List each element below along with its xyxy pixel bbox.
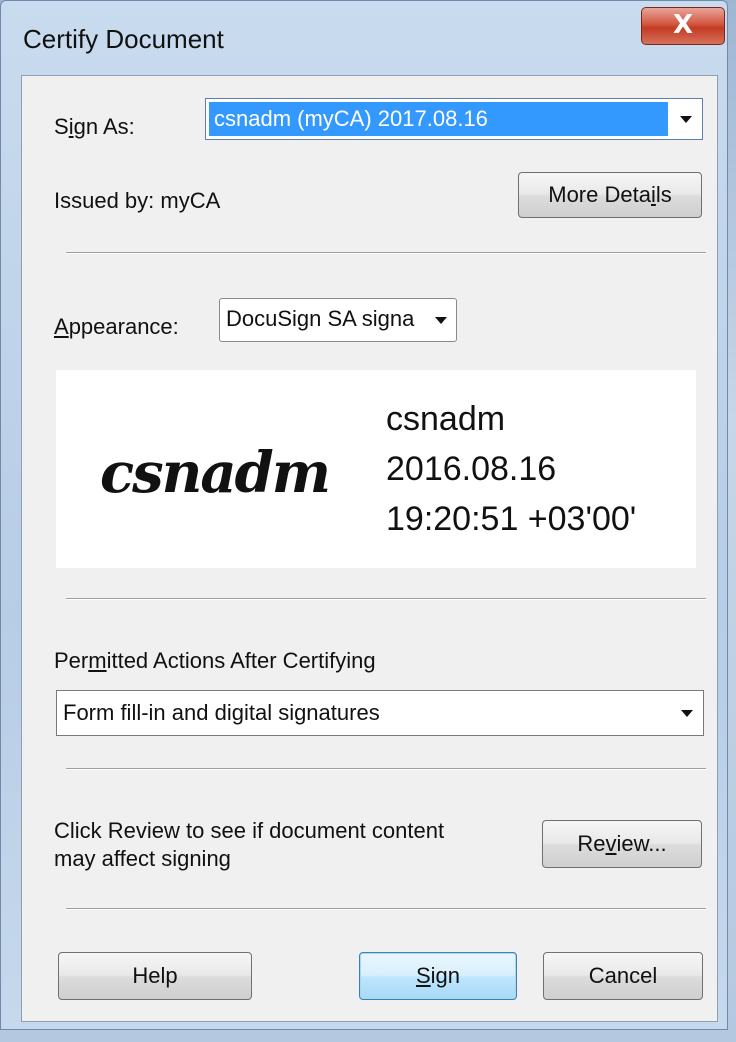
sign-button[interactable]: Sign	[359, 952, 517, 1000]
help-label: Help	[132, 963, 178, 988]
chevron-down-icon	[681, 709, 693, 717]
signature-name: csnadm	[386, 400, 506, 438]
sign-label-post: ign	[430, 963, 461, 988]
review-label-post: iew...	[616, 831, 667, 856]
separator	[66, 252, 706, 254]
review-label-pre: Re	[577, 831, 606, 856]
sign-as-dropdown-arrow[interactable]	[670, 99, 702, 139]
sign-as-label: Sign As:	[54, 114, 135, 139]
appearance-select[interactable]: DocuSign SA signa	[219, 298, 457, 342]
separator	[66, 908, 706, 910]
help-button[interactable]: Help	[58, 952, 252, 1000]
permitted-actions-label: Permitted Actions After Certifying	[54, 648, 376, 673]
chevron-down-icon	[680, 115, 692, 123]
review-label-accel: v	[605, 831, 617, 856]
permitted-actions-select[interactable]: Form fill-in and digital signatures	[56, 690, 704, 736]
certify-document-dialog: Certify Document X Sign As: csnadm (myCA…	[0, 0, 728, 1030]
sign-label-accel: S	[415, 963, 431, 988]
appearance-value: DocuSign SA signa	[226, 306, 415, 331]
more-details-button[interactable]: More Details	[518, 172, 702, 218]
issued-by-text: Issued by: myCA	[54, 188, 221, 213]
cancel-button[interactable]: Cancel	[543, 952, 703, 1000]
more-details-label-pre: More Deta	[548, 182, 651, 207]
appearance-dropdown-arrow[interactable]	[426, 299, 456, 341]
close-icon: X	[672, 10, 694, 40]
review-hint-line2: may affect signing	[54, 846, 231, 871]
permitted-actions-dropdown-arrow[interactable]	[671, 691, 703, 735]
title-bar[interactable]: Certify Document X	[1, 1, 727, 77]
cancel-label: Cancel	[588, 963, 658, 988]
signature-date: 2016.08.16	[386, 450, 557, 488]
separator	[66, 768, 706, 770]
permitted-actions-value: Form fill-in and digital signatures	[63, 700, 380, 725]
signature-preview: csnadm csnadm 2016.08.16 19:20:51 +03'00…	[56, 370, 696, 568]
chevron-down-icon	[435, 316, 447, 324]
signature-time: 19:20:51 +03'00'	[386, 500, 637, 538]
handwritten-signature: csnadm	[100, 440, 331, 506]
more-details-label-post: ls	[655, 182, 672, 207]
review-button[interactable]: Review...	[542, 820, 702, 868]
window-title: Certify Document	[23, 24, 224, 54]
appearance-label: Appearance:	[54, 314, 179, 339]
dialog-body: Sign As: csnadm (myCA) 2017.08.16 Issued…	[21, 75, 718, 1022]
review-hint-line1: Click Review to see if document content	[54, 818, 445, 843]
sign-as-value: csnadm (myCA) 2017.08.16	[214, 106, 488, 131]
sign-as-select[interactable]: csnadm (myCA) 2017.08.16	[205, 98, 703, 140]
separator	[66, 598, 706, 600]
close-button[interactable]: X	[641, 7, 725, 45]
